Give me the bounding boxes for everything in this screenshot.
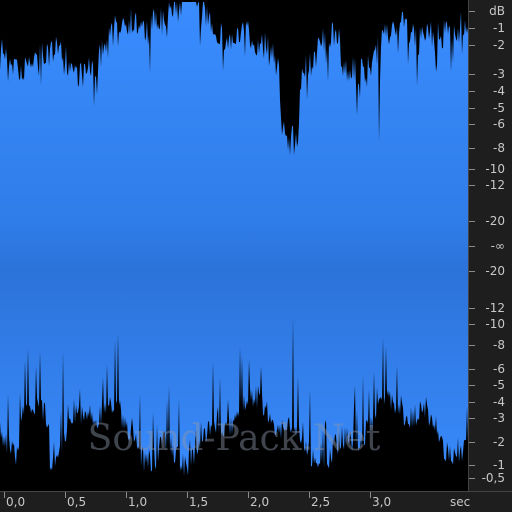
time-label: 0,0 [6,495,26,509]
db-tick [469,11,475,12]
db-label: -8 [493,338,505,352]
db-label: -6 [493,117,505,131]
db-tick [469,28,475,29]
db-label: -4 [493,395,505,409]
db-tick [469,74,475,75]
waveform-editor-view: Sound-Pack.Net dB -1 -2 -3 -4 -5 -6 -8 -… [0,0,512,512]
db-tick [469,169,475,170]
time-label: 2,0 [250,495,270,509]
db-label: -∞ [490,239,505,253]
db-label: -3 [493,411,505,425]
waveform-bottom-envelope [0,318,468,491]
db-label: -5 [493,378,505,392]
time-tick [4,492,5,498]
db-tick [469,221,475,222]
time-tick [370,492,371,498]
db-tick [469,271,475,272]
db-label: -10 [485,162,505,176]
db-label: -1 [493,458,505,472]
db-label: -2 [493,38,505,52]
db-label: -12 [485,178,505,192]
db-tick [469,478,475,479]
time-unit-label: sec [450,495,471,509]
time-label: 1,5 [189,495,209,509]
db-label: -6 [493,362,505,376]
db-tick [469,108,475,109]
db-tick [469,442,475,443]
time-tick [65,492,66,498]
db-tick [469,465,475,466]
waveform-display[interactable] [0,0,468,491]
db-tick [469,402,475,403]
time-ruler[interactable]: 0,0 0,5 1,0 1,5 2,0 2,5 3,0 sec [0,491,512,512]
time-tick [248,492,249,498]
time-label: 1,0 [128,495,148,509]
time-tick [187,492,188,498]
db-tick [469,185,475,186]
db-tick [469,345,475,346]
db-label: -2 [493,435,505,449]
db-tick [469,246,475,247]
db-label: -20 [485,214,505,228]
db-label: -12 [485,301,505,315]
db-label: -8 [493,141,505,155]
db-label: -5 [493,101,505,115]
db-tick [469,385,475,386]
db-tick [469,45,475,46]
db-tick [469,308,475,309]
time-tick [126,492,127,498]
db-tick [469,148,475,149]
db-label: -1 [493,21,505,35]
db-ruler[interactable]: dB -1 -2 -3 -4 -5 -6 -8 -10 -12 -20 -∞ -… [468,0,512,491]
time-label: 0,5 [67,495,87,509]
db-label: -10 [485,317,505,331]
db-tick [469,324,475,325]
time-label: 3,0 [372,495,392,509]
db-label: -20 [485,264,505,278]
db-label: -0,5 [481,471,505,485]
db-tick [469,418,475,419]
db-tick [469,124,475,125]
db-unit-label: dB [489,4,505,18]
db-label: -3 [493,67,505,81]
waveform-graph[interactable] [0,0,468,491]
time-label: 2,5 [311,495,331,509]
db-label: -4 [493,84,505,98]
time-tick [309,492,310,498]
waveform-top-envelope [0,0,468,155]
db-tick [469,91,475,92]
db-tick [469,369,475,370]
